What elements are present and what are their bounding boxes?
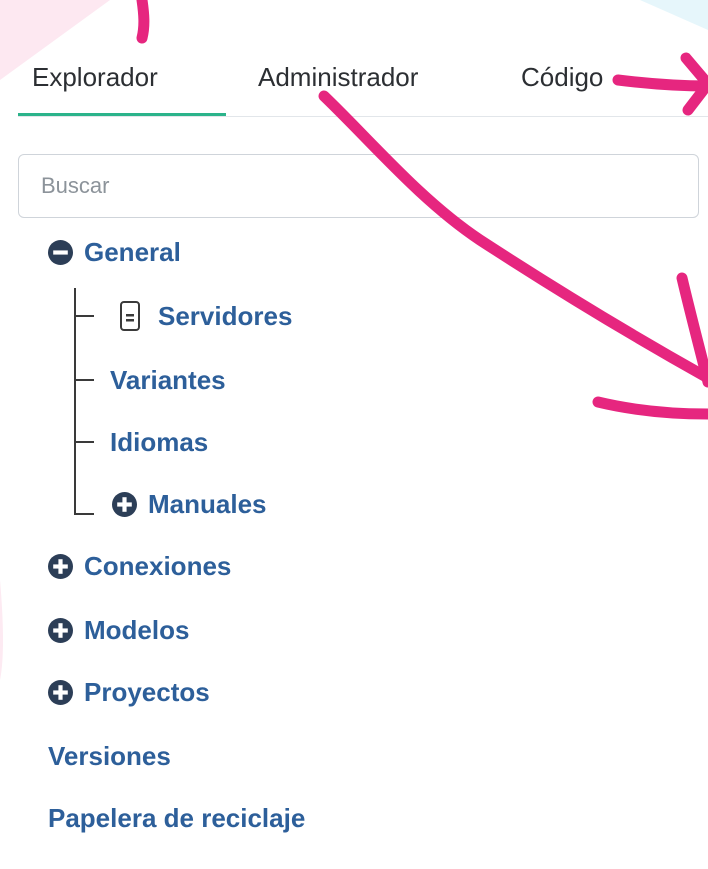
expand-plus-icon[interactable] bbox=[48, 553, 73, 579]
expand-plus-icon[interactable] bbox=[48, 679, 73, 705]
tree-connector-branch bbox=[74, 513, 94, 515]
tree-connector-branch bbox=[74, 315, 94, 317]
expand-plus-icon[interactable] bbox=[48, 617, 73, 643]
collapse-minus-icon[interactable] bbox=[48, 239, 73, 265]
tab-explorador[interactable]: Explorador bbox=[32, 62, 158, 93]
active-tab-indicator bbox=[18, 113, 226, 116]
tab-codigo[interactable]: Código bbox=[521, 62, 603, 93]
tree-node-manuales[interactable]: Manuales bbox=[112, 486, 267, 522]
tree-node-idiomas[interactable]: Idiomas bbox=[110, 424, 208, 460]
tree-node-label: Idiomas bbox=[110, 426, 209, 457]
tree-node-label: Variantes bbox=[110, 364, 226, 395]
tree-node-modelos[interactable]: Modelos bbox=[48, 612, 189, 648]
tree-node-label: Proyectos bbox=[84, 676, 210, 707]
tree-node-proyectos[interactable]: Proyectos bbox=[48, 674, 210, 710]
search-input[interactable] bbox=[18, 154, 699, 218]
tree-node-papelera[interactable]: Papelera de reciclaje bbox=[48, 800, 305, 836]
tree-node-label: Modelos bbox=[84, 614, 190, 645]
tab-bar: Explorador Administrador Código bbox=[18, 40, 708, 117]
tab-label: Explorador bbox=[32, 62, 158, 92]
tree-connector-branch bbox=[74, 441, 94, 443]
tree-node-servidores[interactable]: Servidores bbox=[120, 298, 292, 334]
server-icon bbox=[120, 301, 140, 331]
explorer-panel: Explorador Administrador Código General … bbox=[0, 0, 708, 869]
expand-plus-icon[interactable] bbox=[112, 491, 137, 517]
tree-node-versiones[interactable]: Versiones bbox=[48, 738, 171, 774]
tab-label: Administrador bbox=[258, 62, 419, 92]
tree-connector-branch bbox=[74, 379, 94, 381]
tab-label: Código bbox=[521, 62, 604, 92]
tree-node-label: Conexiones bbox=[84, 550, 232, 581]
tree-node-label: Papelera de reciclaje bbox=[48, 802, 306, 833]
tree-node-label: General bbox=[84, 236, 181, 267]
tree-node-general[interactable]: General bbox=[48, 234, 181, 270]
tree-node-variantes[interactable]: Variantes bbox=[110, 362, 226, 398]
tree-node-label: Versiones bbox=[48, 740, 171, 771]
tree-node-conexiones[interactable]: Conexiones bbox=[48, 548, 231, 584]
tree-connector-vertical bbox=[74, 288, 76, 514]
tree-node-label: Manuales bbox=[148, 488, 267, 519]
tab-administrador[interactable]: Administrador bbox=[258, 62, 418, 93]
tree-node-label: Servidores bbox=[158, 300, 293, 331]
